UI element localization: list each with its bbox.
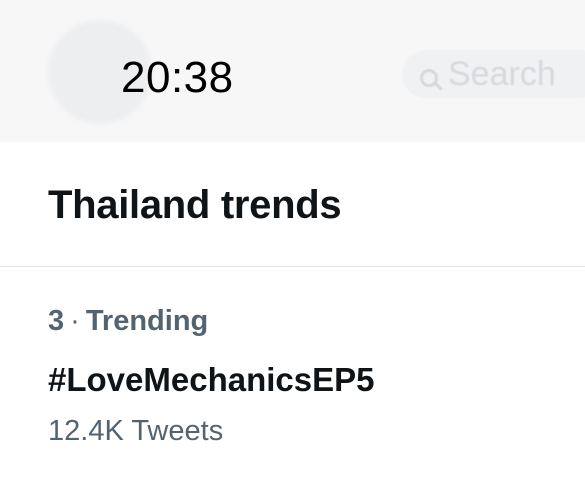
trend-category: Trending (85, 305, 209, 337)
trend-tweet-count: 12.4K Tweets (48, 415, 224, 447)
trend-separator: · (70, 305, 80, 337)
trend-hashtag[interactable]: #LoveMechanicsEP5 (48, 359, 375, 401)
trends-page: Search 20:38 Thailand trends 3 · Trending … (0, 0, 585, 478)
trend-rank: 3 (48, 305, 65, 337)
top-bar: Search 20:38 (0, 0, 585, 142)
search-placeholder: Search (448, 55, 556, 93)
trend-meta: 3 · Trending (48, 303, 208, 339)
trend-item[interactable]: 3 · Trending #LoveMechanicsEP5 12.4K Tweet… (0, 267, 585, 478)
search-field[interactable]: Search (402, 50, 585, 98)
section-title: Thailand trends (48, 183, 342, 227)
status-bar-time: 20:38 (121, 53, 234, 102)
search-icon (420, 69, 438, 87)
